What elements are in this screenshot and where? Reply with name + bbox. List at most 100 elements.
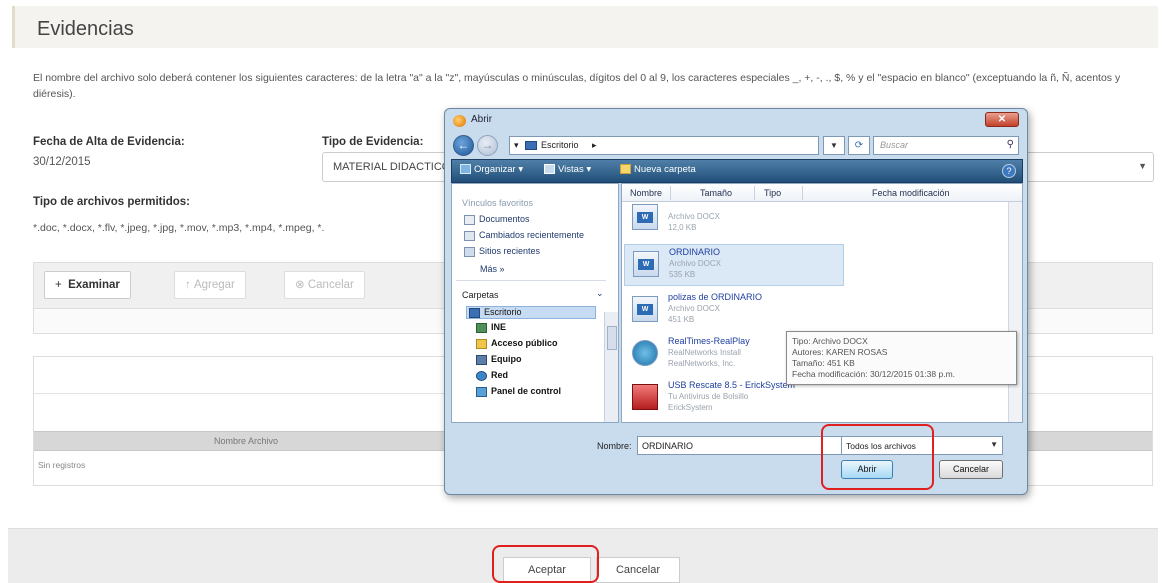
agregar-button[interactable]: ↑ Agregar [174, 271, 246, 299]
organizar-menu[interactable]: Organizar ▾ [460, 164, 523, 175]
file-type: RealNetworks Install [668, 348, 741, 357]
chevron-down-icon: ▼ [990, 440, 998, 449]
search-icon: ⚲ [1006, 139, 1014, 150]
nav-label: Documentos [479, 214, 530, 224]
control-panel-icon [476, 386, 487, 397]
recent-places-icon [464, 246, 475, 257]
help-icon[interactable]: ? [1002, 164, 1016, 178]
column-tipo[interactable]: Tipo [764, 188, 781, 198]
nueva-carpeta-button[interactable]: Nueva carpeta [620, 164, 696, 175]
close-button[interactable]: ✕ [985, 112, 1019, 127]
dialog-cancel-button[interactable]: Cancelar [939, 460, 1003, 479]
file-list-scrollbar[interactable] [1008, 202, 1022, 422]
address-bar[interactable]: ▾ Escritorio ▸ [509, 136, 819, 155]
folder-label: INE [491, 322, 507, 332]
file-size: 451 KB [668, 315, 695, 324]
nav-label: Cambiados recientemente [479, 230, 585, 240]
new-folder-icon [620, 164, 631, 175]
folder-panel-de-control[interactable]: Panel de control [476, 386, 561, 397]
page-title: Evidencias [37, 18, 134, 40]
tooltip-fecha: Fecha modificación: 30/12/2015 01:38 p.m… [792, 369, 956, 379]
file-size: ErickSystem [668, 403, 713, 412]
folder-label: Equipo [491, 354, 522, 364]
documents-icon [464, 214, 475, 225]
address-row: ← → ▾ Escritorio ▸ ▼ ⟳ Buscar ⚲ [451, 133, 1023, 159]
carpetas-header[interactable]: Carpetas [462, 290, 499, 300]
column-fecha[interactable]: Fecha modificación [872, 188, 950, 198]
forward-button[interactable]: → [477, 135, 498, 156]
search-input[interactable]: Buscar ⚲ [873, 136, 1019, 155]
usb-rescate-icon [632, 384, 658, 410]
file-type: Archivo DOCX [668, 212, 721, 221]
examinar-label: Examinar [68, 279, 120, 291]
highlight-filter-open [821, 424, 934, 490]
chevron-down-icon[interactable]: ⌄ [596, 288, 604, 299]
dialog-toolbar: Organizar ▾ Vistas ▾ Nueva carpeta ? [451, 159, 1023, 183]
folder-equipo[interactable]: Equipo [476, 354, 522, 365]
page-header: Evidencias [12, 6, 1158, 48]
folder-red[interactable]: Red [476, 370, 508, 381]
vistas-label: Vistas [558, 164, 584, 175]
nav-documentos[interactable]: Documentos [464, 214, 530, 225]
organize-icon [460, 164, 471, 175]
file-type: Archivo DOCX [669, 259, 722, 268]
nav-label: Sitios recientes [479, 246, 541, 256]
filename-instructions: El nombre del archivo solo deberá conten… [33, 72, 1121, 100]
agregar-label: Agregar [193, 279, 235, 291]
firefox-logo-icon [453, 115, 466, 127]
column-nombre[interactable]: Nombre [630, 188, 662, 198]
nav-sitios-recientes[interactable]: Sitios recientes [464, 246, 540, 257]
tooltip-tipo: Tipo: Archivo DOCX [792, 336, 868, 346]
user-folder-icon [476, 322, 487, 333]
folder-label: Escritorio [484, 307, 522, 317]
close-icon: ✕ [997, 114, 1007, 125]
breadcrumb-chevron-icon: ▸ [592, 140, 597, 150]
chevron-down-icon: ▾ [514, 140, 519, 150]
folder-label: Acceso público [491, 338, 558, 348]
public-folder-icon [476, 338, 487, 349]
nav-mas[interactable]: Más » [480, 264, 505, 274]
desktop-icon [525, 141, 537, 150]
address-dropdown[interactable]: ▼ [823, 136, 845, 155]
tooltip-tamano: Tamaño: 451 KB [792, 358, 855, 368]
fecha-value: 30/12/2015 [33, 156, 91, 168]
open-file-dialog: Abrir ✕ ← → ▾ Escritorio ▸ ▼ ⟳ Buscar ⚲ … [444, 108, 1028, 495]
fecha-label: Fecha de Alta de Evidencia: [33, 136, 185, 148]
scroll-thumb[interactable] [607, 326, 617, 350]
tooltip-autores: Autores: KAREN ROSAS [792, 347, 888, 357]
desktop-icon [469, 307, 480, 318]
file-type: Tu Antivirus de Bolsillo [668, 392, 749, 401]
views-icon [544, 164, 555, 175]
filename-value: ORDINARIO [642, 441, 694, 451]
nav-cambiados-recientemente[interactable]: Cambiados recientemente [464, 230, 584, 241]
divider [456, 280, 606, 281]
file-name: USB Rescate 8.5 - ErickSystem [668, 380, 796, 390]
arrow-right-icon: → [481, 138, 494, 152]
file-item-selected[interactable]: W ORDINARIO Archivo DOCX 535 KB [624, 244, 844, 286]
search-placeholder: Buscar [880, 140, 909, 150]
refresh-button[interactable]: ⟳ [848, 136, 870, 155]
folder-acceso-publico[interactable]: Acceso público [476, 338, 558, 349]
dialog-titlebar[interactable]: Abrir ✕ [445, 109, 1027, 133]
empty-message: Sin registros [38, 460, 86, 470]
folder-escritorio[interactable]: Escritorio [466, 306, 596, 319]
file-name: polizas de ORDINARIO [668, 292, 763, 302]
file-item[interactable]: W Archivo DOCX 12,0 KB [624, 198, 844, 240]
cancelar-upload-button[interactable]: ⊗ Cancelar [284, 271, 365, 299]
file-item[interactable]: W polizas de ORDINARIO Archivo DOCX 451 … [624, 290, 844, 332]
cancelar-button[interactable]: Cancelar [596, 557, 680, 583]
back-button[interactable]: ← [453, 135, 474, 156]
arrow-left-icon: ← [457, 138, 470, 152]
tipos-archivo-label: Tipo de archivos permitidos: [33, 196, 190, 208]
folder-ine[interactable]: INE [476, 322, 506, 333]
examinar-button[interactable]: + Examinar [44, 271, 131, 299]
tipo-evidencia-label: Tipo de Evidencia: [322, 136, 424, 148]
file-list: Nombre Tamaño Tipo Fecha modificación W … [621, 183, 1023, 423]
folder-label: Red [491, 370, 509, 380]
network-icon [476, 370, 487, 381]
column-tamano[interactable]: Tamaño [700, 188, 732, 198]
highlight-aceptar [492, 545, 599, 583]
nav-scrollbar[interactable] [604, 312, 618, 422]
vistas-menu[interactable]: Vistas ▾ [544, 164, 591, 175]
docx-file-icon: W [632, 204, 658, 230]
